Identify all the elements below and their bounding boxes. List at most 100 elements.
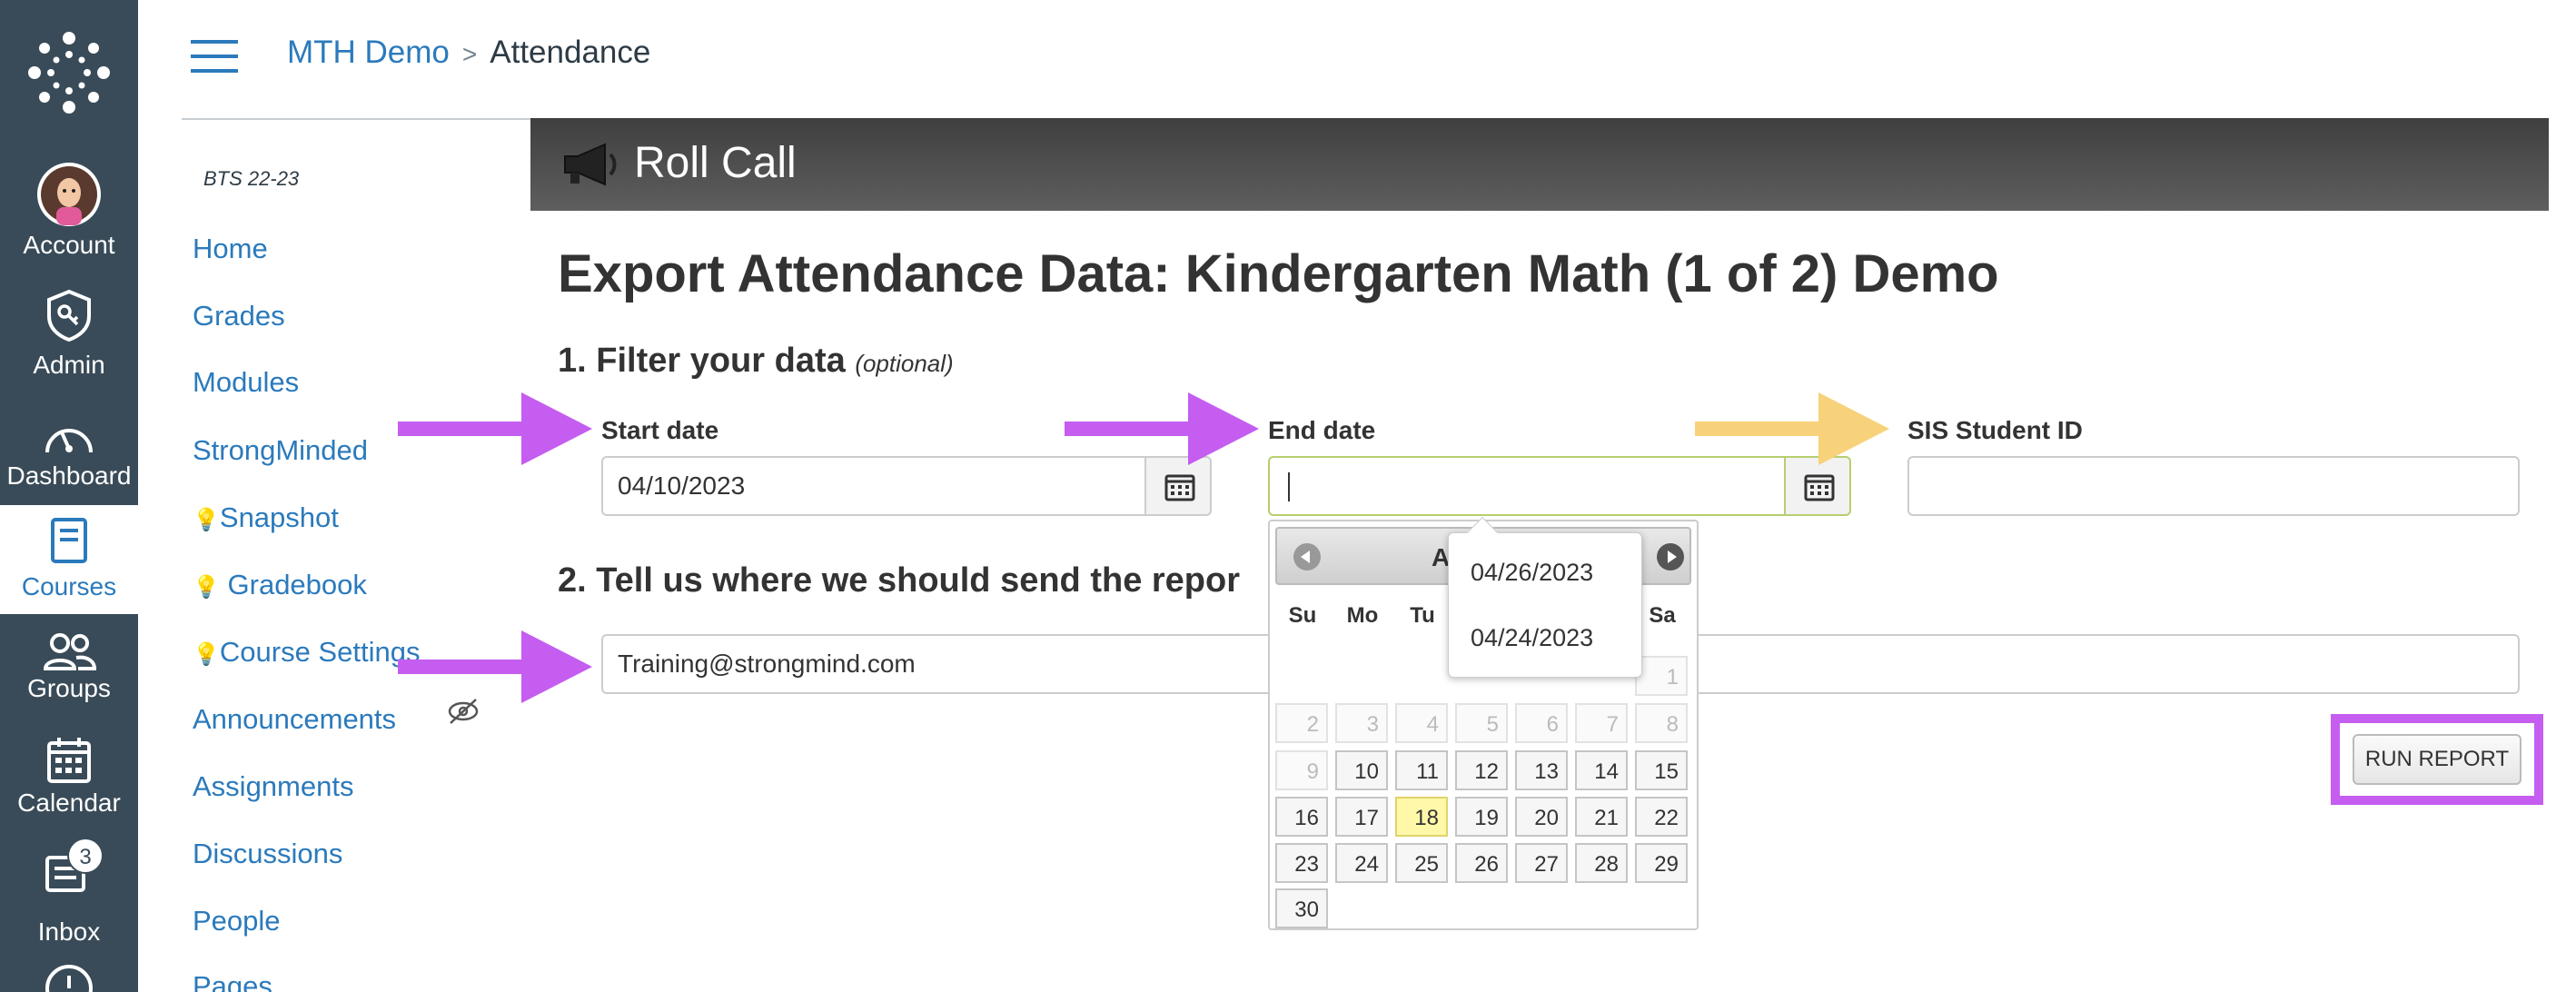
datepicker-day[interactable]: 20 (1515, 797, 1568, 837)
autocomplete-popup: 04/26/2023 04/24/2023 (1448, 532, 1642, 678)
datepicker-day[interactable]: 14 (1575, 750, 1628, 790)
rollcall-title: Roll Call (634, 139, 797, 187)
nav-courses[interactable]: Courses (0, 505, 138, 614)
hamburger-menu-icon[interactable] (191, 40, 238, 73)
datepicker-day[interactable]: 22 (1635, 797, 1688, 837)
nav-dashboard[interactable]: Dashboard (0, 396, 138, 501)
course-nav-people[interactable]: People (193, 905, 281, 937)
run-report-button[interactable]: RUN REPORT (2353, 734, 2522, 785)
datepicker-day: 7 (1575, 703, 1628, 743)
datepicker-day: 4 (1395, 703, 1448, 743)
breadcrumb-course-link[interactable]: MTH Demo (287, 35, 450, 70)
datepicker-day-today[interactable]: 18 (1395, 797, 1448, 837)
book-icon (51, 518, 87, 563)
datepicker-day: 3 (1335, 703, 1388, 743)
calendar-icon (47, 738, 91, 783)
app-root: Account Admin Dashboard Courses Groups C… (0, 0, 2576, 992)
annotation-arrow-end-date (1065, 392, 1259, 465)
weekday-header: Su (1288, 603, 1317, 628)
nav-inbox[interactable]: 3 Inbox (0, 836, 138, 946)
datepicker-day: 5 (1455, 703, 1508, 743)
datepicker-day[interactable]: 30 (1275, 888, 1328, 928)
nav-groups[interactable]: Groups (0, 623, 138, 723)
datepicker-day[interactable]: 12 (1455, 750, 1508, 790)
nav-account[interactable]: Account (0, 154, 138, 263)
datepicker-day[interactable]: 27 (1515, 843, 1568, 883)
course-nav-strongminded[interactable]: StrongMinded (193, 434, 368, 467)
text-caret (1288, 472, 1290, 501)
speedometer-icon (45, 429, 93, 453)
datepicker-day[interactable]: 21 (1575, 797, 1628, 837)
datepicker-day: 1 (1635, 656, 1688, 696)
calendar-icon (1804, 474, 1835, 501)
datepicker-day[interactable]: 29 (1635, 843, 1688, 883)
step1-note: (optional) (855, 350, 954, 377)
datepicker-day[interactable]: 25 (1395, 843, 1448, 883)
course-nav-assignments[interactable]: Assignments (193, 770, 353, 803)
course-nav-pages[interactable]: Pages (193, 970, 272, 992)
datepicker-day[interactable]: 15 (1635, 750, 1688, 790)
weekday-header: Mo (1346, 603, 1379, 628)
datepicker-day: 9 (1275, 750, 1328, 790)
page-title: Export Attendance Data: Kindergarten Mat… (558, 243, 1999, 304)
shield-key-icon (47, 289, 91, 342)
datepicker-day[interactable]: 26 (1455, 843, 1508, 883)
sis-student-id-input[interactable] (1907, 456, 2520, 516)
weekday-header: Tu (1410, 603, 1435, 628)
nav-admin[interactable]: Admin (0, 282, 138, 387)
lightbulb-icon: 💡 (193, 642, 220, 667)
autocomplete-option[interactable]: 04/24/2023 (1471, 624, 1593, 652)
page-title-prefix: Export Attendance Data: (558, 244, 1171, 303)
datepicker-day[interactable]: 17 (1335, 797, 1388, 837)
clock-icon (45, 965, 93, 992)
canvas-logo[interactable] (24, 27, 114, 118)
course-nav-announcements[interactable]: Announcements (193, 703, 396, 736)
datepicker-day[interactable]: 24 (1335, 843, 1388, 883)
course-nav-course-settings-label: Course Settings (219, 636, 421, 668)
step1-text: 1. Filter your data (558, 342, 846, 380)
lightbulb-icon: 💡 (193, 575, 220, 600)
canvas-logo-icon (28, 32, 110, 114)
sis-student-id-label: SIS Student ID (1907, 416, 2083, 444)
nav-history[interactable] (40, 963, 98, 992)
datepicker-day: 6 (1515, 703, 1568, 743)
course-nav-gradebook[interactable]: 💡 Gradebook (193, 569, 367, 601)
nav-inbox-label: Inbox (37, 918, 101, 946)
course-nav-gradebook-label: Gradebook (227, 569, 367, 600)
course-nav-discussions[interactable]: Discussions (193, 838, 342, 870)
term-label: BTS 22-23 (203, 167, 300, 190)
course-nav-snapshot[interactable]: 💡Snapshot (193, 501, 339, 534)
megaphone-icon (564, 143, 617, 186)
nav-calendar-label: Calendar (17, 789, 121, 817)
autocomplete-option[interactable]: 04/26/2023 (1471, 559, 1593, 587)
datepicker-day[interactable]: 28 (1575, 843, 1628, 883)
datepicker-day[interactable]: 19 (1455, 797, 1508, 837)
page-title-course: Kindergarten Math (1 of 2) Demo (1184, 244, 1999, 303)
annotation-arrow-sis-id (1695, 392, 1889, 465)
rollcall-banner: Roll Call (530, 118, 2549, 211)
step1-heading: 1. Filter your data (optional) (558, 342, 954, 381)
datepicker-day[interactable]: 16 (1275, 797, 1328, 837)
course-nav-grades[interactable]: Grades (193, 300, 285, 332)
datepicker-day[interactable]: 13 (1515, 750, 1568, 790)
annotation-arrow-start-date (398, 392, 592, 465)
datepicker-day: 2 (1275, 703, 1328, 743)
prev-month-icon[interactable] (1293, 543, 1321, 570)
course-nav-modules[interactable]: Modules (193, 366, 299, 399)
course-nav-course-settings[interactable]: 💡Course Settings (193, 636, 420, 669)
breadcrumb: MTH Demo > Attendance (287, 35, 650, 71)
datepicker-day[interactable]: 23 (1275, 843, 1328, 883)
calendar-icon (1164, 474, 1195, 501)
datepicker-day: 8 (1635, 703, 1688, 743)
course-nav: BTS 22-23 Home Grades Modules StrongMind… (182, 120, 527, 992)
datepicker-day[interactable]: 10 (1335, 750, 1388, 790)
nav-calendar[interactable]: Calendar (0, 730, 138, 830)
start-date-label: Start date (601, 416, 719, 444)
next-month-icon[interactable] (1657, 543, 1684, 570)
nav-courses-label: Courses (21, 572, 117, 600)
datepicker-day[interactable]: 11 (1395, 750, 1448, 790)
lightbulb-icon: 💡 (193, 508, 220, 532)
course-nav-home[interactable]: Home (193, 233, 268, 265)
breadcrumb-current: Attendance (490, 35, 651, 70)
avatar-icon (37, 163, 101, 226)
